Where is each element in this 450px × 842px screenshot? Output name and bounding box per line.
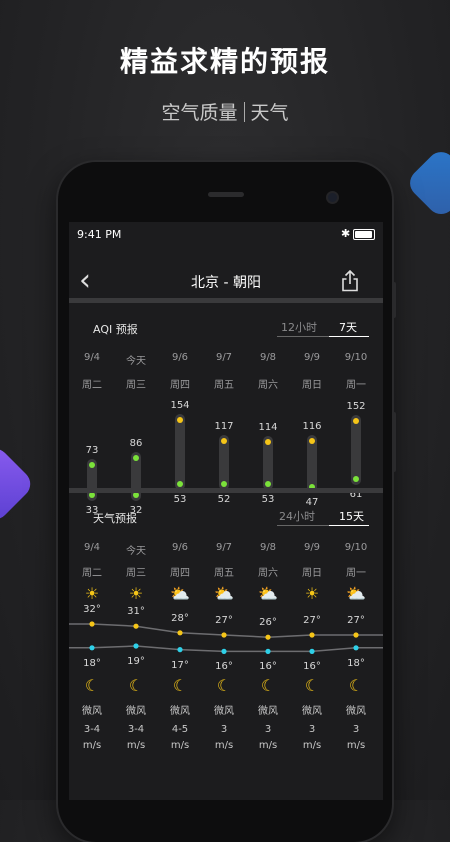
phone-camera — [328, 193, 337, 202]
low-temp-point — [177, 647, 183, 653]
temperature-curves — [69, 621, 383, 654]
low-temp-point — [265, 648, 271, 654]
phone-speaker — [208, 192, 244, 197]
high-temp-point — [221, 632, 227, 638]
high-temp-point — [353, 632, 359, 638]
decorative-purple-shape — [0, 442, 37, 526]
high-temp-point — [309, 632, 315, 638]
low-temp-point — [309, 648, 315, 654]
low-temp-point — [89, 645, 95, 651]
subheadline-air: 空气质量 — [161, 102, 238, 124]
high-temp-point — [265, 634, 271, 640]
low-temp-point — [221, 648, 227, 654]
subheadline-divider — [243, 102, 245, 122]
high-temp-point — [89, 621, 95, 627]
decorative-blue-shape — [404, 146, 450, 220]
high-temp-point — [133, 623, 139, 629]
subheadline: 空气质量 天气 — [0, 98, 450, 125]
phone-side-button — [392, 412, 396, 472]
headline: 精益求精的预报 — [119, 45, 330, 78]
low-temp-point — [353, 645, 359, 651]
high-temp-point — [177, 630, 183, 636]
low-temp-point — [133, 643, 139, 649]
app-screen: 9:41 PM ✱ ‹ 北京 - 朝阳 AQI 预报 12小时 7天 9/4 周二… — [69, 222, 383, 800]
phone-side-button — [392, 282, 396, 318]
subheadline-weather: 天气 — [250, 102, 289, 124]
